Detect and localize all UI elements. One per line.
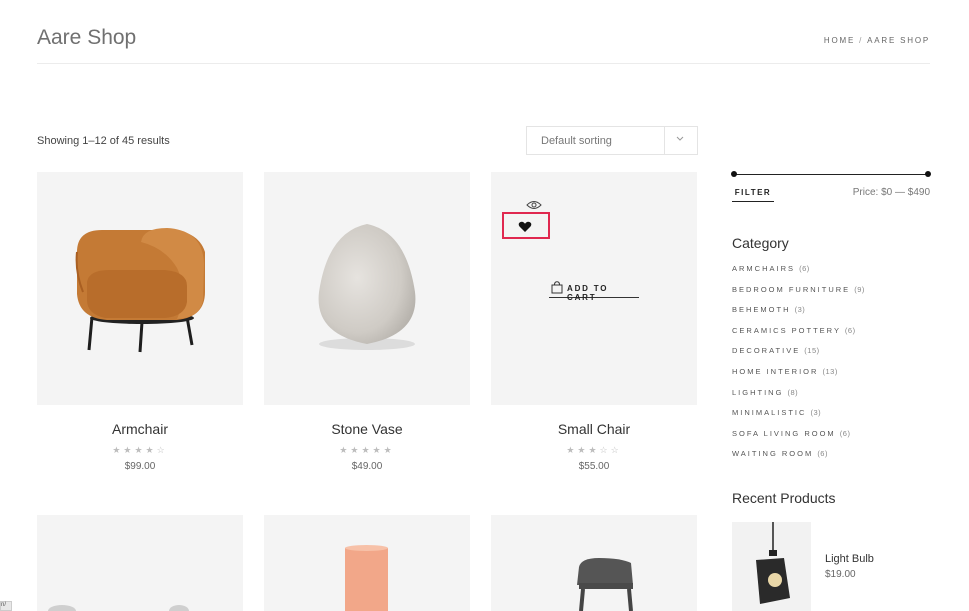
product-name[interactable]: Armchair bbox=[37, 421, 243, 437]
product-name[interactable]: Small Chair bbox=[491, 421, 697, 437]
category-label[interactable]: ARMCHAIRS bbox=[732, 264, 795, 273]
breadcrumb-separator: / bbox=[859, 36, 864, 45]
category-count: (6) bbox=[799, 264, 810, 273]
product-image-row2-3[interactable] bbox=[491, 515, 697, 611]
category-item[interactable]: ARMCHAIRS (6) bbox=[732, 264, 865, 285]
category-label[interactable]: MINIMALISTIC bbox=[732, 408, 806, 417]
category-label[interactable]: BEDROOM FURNITURE bbox=[732, 285, 850, 294]
breadcrumb-home-link[interactable]: HOME bbox=[824, 36, 855, 45]
heart-icon[interactable] bbox=[518, 220, 532, 232]
category-label[interactable]: HOME INTERIOR bbox=[732, 367, 818, 376]
category-item[interactable]: SOFA LIVING ROOM (6) bbox=[732, 429, 865, 450]
category-item[interactable]: MINIMALISTIC (3) bbox=[732, 408, 865, 429]
product-image-row2-2[interactable] bbox=[264, 515, 470, 611]
product-rating: ★★★★☆ bbox=[112, 445, 168, 455]
price-slider-min-handle[interactable] bbox=[731, 171, 737, 177]
category-label[interactable]: DECORATIVE bbox=[732, 346, 800, 355]
sort-select[interactable]: Default sorting bbox=[526, 126, 698, 155]
page-title: Aare Shop bbox=[37, 26, 137, 49]
category-item[interactable]: CERAMICS POTTERY (6) bbox=[732, 326, 865, 347]
recent-product-image[interactable] bbox=[732, 522, 811, 611]
category-count: (3) bbox=[794, 305, 806, 315]
price-slider-track[interactable] bbox=[734, 174, 928, 175]
page-header: Aare Shop HOME / AARE SHOP bbox=[37, 0, 930, 64]
add-to-cart-label: ADD TO CART bbox=[567, 284, 609, 302]
category-count: (9) bbox=[854, 284, 865, 294]
corner-tag: n/ bbox=[0, 601, 12, 611]
product-image-stone-vase[interactable] bbox=[264, 172, 470, 405]
recent-products-heading: Recent Products bbox=[732, 490, 836, 506]
sort-divider bbox=[664, 127, 665, 154]
category-label[interactable]: SOFA LIVING ROOM bbox=[732, 429, 836, 438]
category-label[interactable]: LIGHTING bbox=[732, 388, 783, 397]
product-price: $99.00 bbox=[124, 461, 156, 472]
eye-icon[interactable] bbox=[526, 198, 542, 210]
category-label[interactable]: WAITING ROOM bbox=[732, 449, 813, 458]
category-count: (3) bbox=[810, 408, 822, 418]
category-item[interactable]: BEDROOM FURNITURE (9) bbox=[732, 285, 865, 306]
category-count: (6) bbox=[817, 449, 828, 459]
shopping-bag-icon bbox=[551, 281, 563, 294]
product-rating: ★★★☆☆ bbox=[566, 445, 622, 455]
product-price: $55.00 bbox=[578, 461, 610, 472]
category-count: (13) bbox=[822, 366, 838, 376]
sort-selected-value: Default sorting bbox=[541, 135, 612, 147]
product-rating: ★★★★★ bbox=[339, 445, 395, 455]
category-count: (6) bbox=[844, 325, 856, 335]
category-label[interactable]: BEHEMOTH bbox=[732, 305, 791, 314]
category-count: (8) bbox=[787, 387, 799, 397]
product-image-armchair[interactable] bbox=[37, 172, 243, 405]
category-item[interactable]: DECORATIVE (15) bbox=[732, 346, 865, 367]
category-item[interactable]: BEHEMOTH (3) bbox=[732, 305, 865, 326]
recent-product-price: $19.00 bbox=[825, 569, 856, 580]
add-to-cart-button[interactable]: ADD TO CART bbox=[549, 281, 639, 302]
result-count: Showing 1–12 of 45 results bbox=[37, 135, 170, 147]
category-heading: Category bbox=[732, 235, 789, 251]
category-item[interactable]: LIGHTING (8) bbox=[732, 388, 865, 409]
product-name[interactable]: Stone Vase bbox=[264, 421, 470, 437]
chevron-down-icon[interactable] bbox=[676, 134, 684, 144]
category-label[interactable]: CERAMICS POTTERY bbox=[732, 326, 841, 335]
product-image-row2-1[interactable] bbox=[37, 515, 243, 611]
category-count: (6) bbox=[839, 428, 851, 438]
category-count: (15) bbox=[804, 346, 820, 356]
recent-product-name[interactable]: Light Bulb bbox=[825, 553, 874, 565]
breadcrumb: HOME / AARE SHOP bbox=[824, 36, 930, 45]
price-slider-max-handle[interactable] bbox=[925, 171, 931, 177]
filter-button[interactable]: FILTER bbox=[732, 186, 774, 202]
product-price: $49.00 bbox=[351, 461, 383, 472]
price-range-label: Price: $0 — $490 bbox=[852, 187, 930, 198]
category-item[interactable]: HOME INTERIOR (13) bbox=[732, 367, 865, 388]
category-item[interactable]: WAITING ROOM (6) bbox=[732, 449, 865, 470]
breadcrumb-current: AARE SHOP bbox=[867, 36, 930, 45]
category-list: ARMCHAIRS (6) BEDROOM FURNITURE (9) BEHE… bbox=[732, 264, 865, 470]
